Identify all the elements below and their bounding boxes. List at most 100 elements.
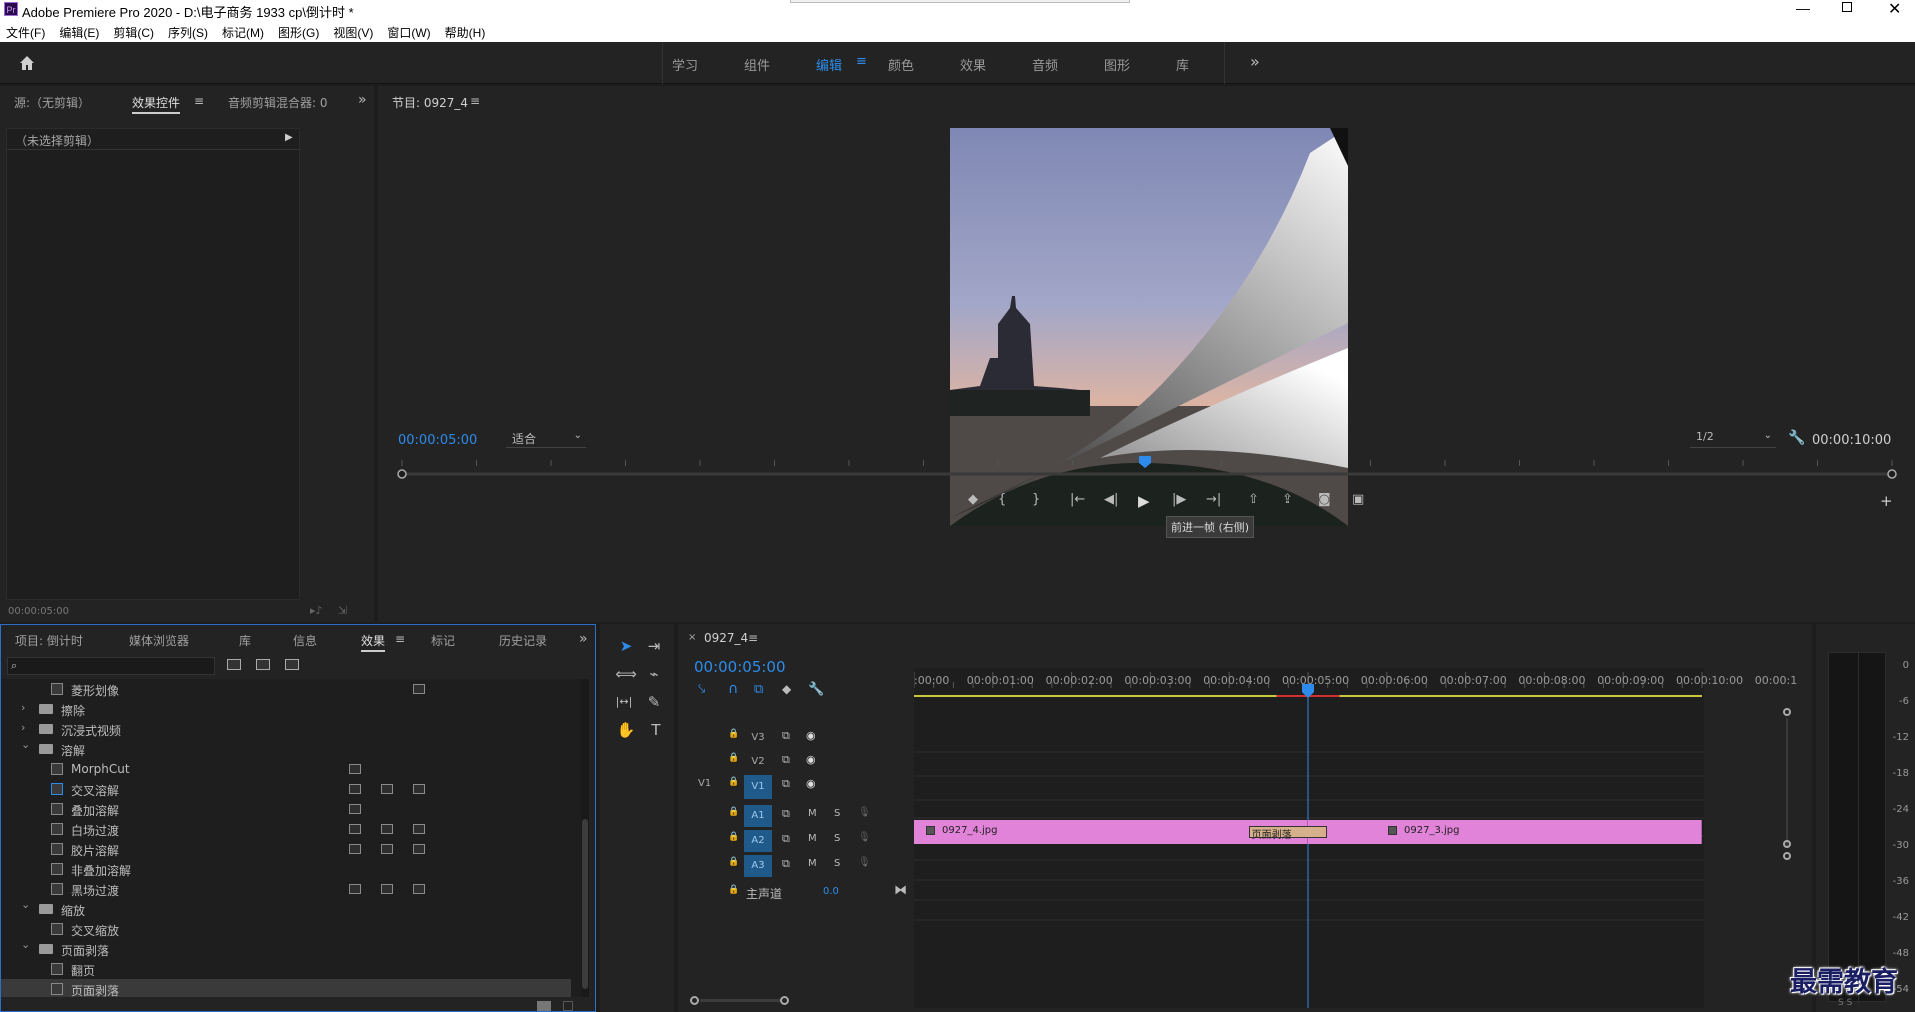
go-to-out-icon[interactable]: →| bbox=[1206, 492, 1221, 507]
lock-icon[interactable]: 🔒 bbox=[728, 857, 739, 867]
effects-folder[interactable]: ⌄ 溶解 bbox=[1, 738, 571, 759]
add-marker-icon[interactable]: ◆ bbox=[782, 682, 791, 696]
effect-item[interactable]: 翻页 bbox=[1, 959, 571, 979]
razor-icon[interactable]: ⌁ bbox=[640, 662, 668, 686]
chevron-right-icon[interactable]: › bbox=[21, 701, 25, 714]
chevron-down-icon[interactable]: ⌄ bbox=[21, 898, 30, 911]
workspace-tab[interactable]: 效果 bbox=[960, 55, 986, 74]
accelerated-effects-icon[interactable] bbox=[227, 659, 241, 670]
lock-icon[interactable]: 🔒 bbox=[728, 729, 739, 739]
project-tab[interactable]: 项目: 倒计时 bbox=[15, 632, 83, 649]
effects-folder[interactable]: ⌄ 缩放 bbox=[1, 898, 571, 919]
microphone-icon[interactable]: 🎙 bbox=[858, 807, 871, 818]
source-patch[interactable]: V1 bbox=[698, 778, 711, 789]
type-tool-icon[interactable]: T bbox=[642, 718, 670, 742]
effects-scrollbar[interactable] bbox=[581, 679, 589, 997]
timeline-canvas[interactable]: :00:00 00:00:01:00 00:00:02:00 00:00:03:00 0… bbox=[913, 668, 1821, 1008]
lift-icon[interactable]: ⇧ bbox=[1248, 492, 1259, 507]
mute-button[interactable]: M bbox=[808, 858, 817, 869]
sync-lock-icon[interactable]: ⧉ bbox=[782, 729, 790, 743]
menu-item[interactable]: 标记(M) bbox=[222, 26, 264, 40]
export-frame-icon[interactable]: ◙ bbox=[1318, 492, 1331, 507]
selection-tool-icon[interactable]: ➤ bbox=[612, 634, 640, 658]
project-tab[interactable]: 媒体浏览器 bbox=[129, 632, 189, 649]
resolution-select[interactable]: 1/2 ⌄ bbox=[1690, 430, 1776, 448]
yuv-effects-icon[interactable] bbox=[285, 659, 299, 670]
scrub-handle[interactable] bbox=[1887, 469, 1897, 479]
monitor-playhead[interactable] bbox=[1139, 456, 1151, 468]
eye-icon[interactable]: ◉ bbox=[806, 777, 816, 790]
hand-tool-icon[interactable]: ✋ bbox=[612, 718, 640, 742]
home-icon[interactable] bbox=[18, 54, 36, 72]
mark-in-icon[interactable]: { bbox=[998, 492, 1006, 507]
solo-button[interactable]: S bbox=[834, 808, 840, 819]
close-icon[interactable]: ✕ bbox=[1888, 0, 1901, 19]
effect-item[interactable]: 黑场过渡 bbox=[1, 879, 571, 899]
tab-effect-controls[interactable]: 效果控件 bbox=[132, 94, 181, 114]
expand-arrow-icon[interactable]: ▶ bbox=[285, 132, 293, 143]
vertical-zoom-bar[interactable] bbox=[1782, 708, 1792, 928]
chevron-down-icon[interactable]: ⌄ bbox=[21, 938, 30, 951]
lock-icon[interactable]: 🔒 bbox=[728, 777, 739, 787]
panel-more-icon[interactable]: » bbox=[358, 92, 367, 108]
track-label[interactable]: V1 bbox=[744, 775, 772, 799]
linked-selection-icon[interactable]: ⧉ bbox=[754, 682, 763, 697]
master-end-icon[interactable]: ⧓ bbox=[894, 883, 907, 898]
sequence-menu-icon[interactable]: ≡ bbox=[748, 631, 758, 645]
tab-audio-clip-mixer[interactable]: 音频剪辑混合器: 0 bbox=[228, 94, 328, 111]
workspace-tab[interactable]: 颜色 bbox=[888, 55, 914, 74]
track-label[interactable]: A1 bbox=[744, 805, 772, 827]
project-tab[interactable]: 库 bbox=[239, 632, 251, 649]
project-tab[interactable]: 历史记录 bbox=[499, 632, 547, 649]
sync-lock-icon[interactable]: ⧉ bbox=[782, 832, 790, 846]
effects-search-input[interactable]: ⌕ bbox=[7, 657, 215, 675]
step-back-icon[interactable]: ◀| bbox=[1104, 492, 1118, 507]
menu-item[interactable]: 帮助(H) bbox=[445, 26, 486, 40]
export-icon[interactable]: ⇲ bbox=[338, 604, 347, 617]
new-bin-icon[interactable] bbox=[537, 1001, 551, 1011]
effect-item[interactable]: 白场过渡 bbox=[1, 819, 571, 839]
workspace-more-icon[interactable]: » bbox=[1250, 52, 1260, 71]
sync-lock-icon[interactable]: ⧉ bbox=[782, 753, 790, 767]
chevron-down-icon[interactable]: ⌄ bbox=[21, 738, 30, 751]
chevron-right-icon[interactable]: › bbox=[21, 721, 25, 734]
add-button-icon[interactable]: + bbox=[1880, 492, 1893, 510]
close-tab-icon[interactable]: × bbox=[688, 632, 696, 643]
monitor-menu-icon[interactable]: ≡ bbox=[470, 94, 480, 108]
restore-icon[interactable] bbox=[1842, 2, 1852, 12]
panel-menu-icon[interactable]: ≡ bbox=[194, 94, 204, 108]
effects-folder[interactable]: ⌄ 页面剥落 bbox=[1, 938, 571, 959]
master-volume-value[interactable]: 0.0 bbox=[823, 886, 839, 897]
fit-select[interactable]: 适合 ⌄ bbox=[506, 430, 586, 448]
timeline-timecode[interactable]: 00:00:05:00 bbox=[694, 658, 786, 676]
comparison-view-icon[interactable]: ▣ bbox=[1352, 492, 1364, 507]
extract-icon[interactable]: ⇪ bbox=[1282, 492, 1293, 507]
snap-magnet-icon[interactable]: ∩ bbox=[728, 681, 738, 697]
workspace-menu-icon[interactable]: ≡ bbox=[856, 54, 867, 69]
eye-icon[interactable]: ◉ bbox=[806, 729, 816, 742]
menu-item[interactable]: 图形(G) bbox=[278, 26, 319, 40]
menu-item[interactable]: 编辑(E) bbox=[59, 26, 99, 40]
workspace-tab[interactable]: 音频 bbox=[1032, 55, 1058, 74]
transition-clip[interactable]: 页面剥落 bbox=[1248, 826, 1328, 841]
filter-icon[interactable]: ▸♪ bbox=[310, 604, 323, 617]
minimize-icon[interactable]: — bbox=[1796, 0, 1810, 18]
lock-icon[interactable]: 🔒 bbox=[728, 753, 739, 763]
track-label[interactable]: A2 bbox=[744, 830, 772, 852]
project-tab[interactable]: 标记 bbox=[431, 632, 455, 649]
solo-button[interactable]: S bbox=[834, 858, 840, 869]
project-tab[interactable]: 效果 bbox=[361, 632, 386, 652]
mute-button[interactable]: M bbox=[808, 808, 817, 819]
mute-button[interactable]: M bbox=[808, 833, 817, 844]
snap-nest-icon[interactable]: ⤥ bbox=[698, 682, 705, 697]
eye-icon[interactable]: ◉ bbox=[806, 753, 816, 766]
track-label[interactable]: A3 bbox=[744, 855, 772, 877]
step-forward-icon[interactable]: |▶ bbox=[1172, 492, 1186, 507]
effect-item[interactable]: 交叉缩放 bbox=[1, 919, 571, 939]
effects-folder[interactable]: › 沉浸式视频 bbox=[1, 719, 571, 739]
sync-lock-icon[interactable]: ⧉ bbox=[782, 807, 790, 821]
video-clip[interactable]: 0927_3.jpg bbox=[1308, 820, 1702, 844]
workspace-tab[interactable]: 学习 bbox=[672, 55, 698, 74]
effect-item[interactable]: 胶片溶解 bbox=[1, 839, 571, 859]
mark-out-icon[interactable]: } bbox=[1032, 492, 1040, 507]
